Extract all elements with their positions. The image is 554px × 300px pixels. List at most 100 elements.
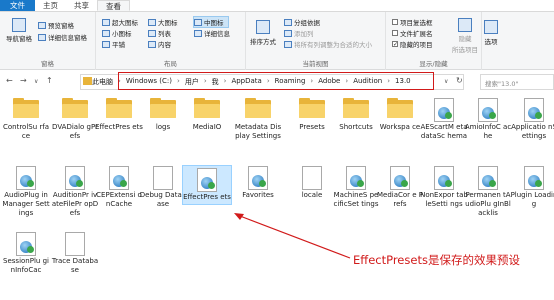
show-hide-group-title: 显示/隐藏: [419, 60, 448, 68]
file-item[interactable]: Applicatio nSettings: [510, 98, 554, 141]
file-item[interactable]: Metadata Display Settings: [234, 98, 282, 141]
hide-selected-icon: [458, 18, 472, 32]
add-columns-icon: [284, 29, 292, 37]
file-item[interactable]: EffectPres ets: [182, 165, 232, 205]
file-item-label: Workspa ce: [379, 123, 421, 131]
file-item-label: AEScartM etadataSc hema: [420, 123, 468, 140]
settings-file-icon: [475, 166, 501, 190]
back-button[interactable]: ←: [6, 76, 13, 85]
group-by-label: 分组依据: [294, 19, 320, 27]
layout-content[interactable]: 内容: [148, 39, 171, 49]
file-item[interactable]: Presets: [288, 98, 336, 132]
file-item[interactable]: SessionPlu ginInfoCac: [2, 232, 50, 275]
layout-details[interactable]: 详细信息: [194, 28, 230, 38]
file-item[interactable]: Trace Database: [51, 232, 99, 275]
checkbox-checked-icon: ✓: [392, 41, 399, 48]
current-view-group-title: 当前视图: [302, 60, 329, 68]
file-item[interactable]: AEScartM etadataSc hema: [420, 98, 468, 141]
file-item-label: DVADialo gPrefs: [52, 123, 98, 140]
layout-small-icons[interactable]: 小图标: [102, 28, 132, 38]
settings-file-icon: [13, 232, 39, 256]
file-item-label: CEPExtensi onCache: [96, 191, 142, 208]
file-item[interactable]: logs: [139, 98, 187, 132]
layout-large-icons[interactable]: 大图标: [148, 17, 178, 27]
layout-item-label: 平铺: [112, 41, 125, 49]
settings-file-icon: [521, 98, 547, 122]
layout-tiles[interactable]: 平铺: [102, 39, 125, 49]
panes-group: 导航窗格 预览窗格 详细信息窗格 窗格: [0, 12, 96, 70]
file-item[interactable]: locale: [288, 166, 336, 200]
folder-icon: [299, 98, 325, 120]
search-input[interactable]: 搜索"13.0": [480, 74, 554, 90]
tab-file[interactable]: 文件: [0, 0, 35, 11]
tab-view[interactable]: 查看: [97, 0, 130, 11]
up-button[interactable]: ↑: [46, 76, 53, 85]
forward-button[interactable]: →: [20, 76, 27, 85]
file-item[interactable]: Shortcuts: [332, 98, 380, 132]
size-all-columns-button[interactable]: 将所有列调整为合适的大小: [284, 39, 372, 49]
layout-item-label: 列表: [158, 30, 171, 38]
file-item-label: AmioInfoC ache: [464, 123, 512, 140]
file-grid: ControlSu rface DVADialo gPrefs EffectPres…: [0, 94, 554, 300]
settings-file-icon: [194, 168, 220, 192]
add-columns-button[interactable]: 添加列: [284, 28, 314, 38]
file-item[interactable]: Plugin Loading: [510, 166, 554, 209]
file-item[interactable]: Permanen tAudioPlu gInBlacklis: [464, 166, 512, 218]
blank-file-icon: [299, 166, 325, 190]
settings-file-icon: [245, 166, 271, 190]
layout-medium-icons[interactable]: 中图标: [193, 16, 229, 28]
file-item[interactable]: AudioPlug inManager Settings: [2, 166, 50, 218]
group-by-button[interactable]: 分组依据: [284, 17, 320, 27]
details-pane-label: 详细信息窗格: [48, 34, 87, 42]
layout-list[interactable]: 列表: [148, 28, 171, 38]
file-item-label: MachineS pecificSet tings: [333, 191, 379, 208]
file-item[interactable]: MediaCor e Prefs: [376, 166, 424, 209]
file-item[interactable]: Debug Database: [139, 166, 187, 209]
settings-file-icon: [431, 166, 457, 190]
sort-by-label: 排序方式: [250, 38, 276, 46]
file-item[interactable]: ControlSu rface: [2, 98, 50, 141]
tab-share[interactable]: 共享: [66, 0, 97, 11]
file-item-label: logs: [155, 123, 171, 131]
file-item[interactable]: Workspa ce: [376, 98, 424, 132]
file-item[interactable]: NonExpor tableSetti ngs: [420, 166, 468, 209]
file-extensions-toggle[interactable]: 文件扩展名: [392, 28, 433, 38]
file-item[interactable]: AuditionPr ivateFilePr opDefs: [51, 166, 99, 218]
current-view-group: 排序方式 分组依据 添加列 将所有列调整为合适的大小 当前视图: [246, 12, 386, 70]
sort-by-button[interactable]: 排序方式: [250, 20, 276, 46]
file-item[interactable]: CEPExtensi onCache: [95, 166, 143, 209]
details-pane-button[interactable]: 详细信息窗格: [38, 32, 87, 42]
options-button[interactable]: 选项: [484, 20, 498, 46]
refresh-button[interactable]: ↻: [456, 76, 463, 85]
file-item[interactable]: EffectPres ets: [95, 98, 143, 132]
layout-extra-large-icons[interactable]: 超大图标: [102, 17, 138, 27]
content-icon: [148, 40, 156, 48]
file-item[interactable]: DVADialo gPrefs: [51, 98, 99, 141]
address-dropdown-button[interactable]: ∨: [444, 78, 448, 85]
navigation-bar: ← → ∨ ↑ 此电脑 › Windows (C:) › 用户 › 我 › AppDat…: [0, 70, 554, 94]
breadcrumb-item[interactable]: 此电脑: [92, 77, 113, 87]
hide-selected-label: 隐藏: [458, 35, 472, 43]
file-item[interactable]: Favorites: [234, 166, 282, 200]
file-item-label: AudioPlug inManager Settings: [2, 191, 50, 217]
size-all-columns-label: 将所有列调整为合适的大小: [294, 41, 372, 49]
checkbox-icon: [392, 30, 398, 36]
hide-selected-button[interactable]: 隐藏 所选项目: [452, 18, 478, 54]
list-icon: [148, 29, 156, 37]
file-item[interactable]: MediaIO: [183, 98, 231, 132]
blank-file-icon: [62, 232, 88, 256]
hidden-items-toggle[interactable]: ✓ 隐藏的项目: [392, 39, 433, 49]
nav-pane-button[interactable]: 导航窗格: [6, 18, 32, 43]
layout-group-title: 布局: [164, 60, 177, 68]
recent-locations-button[interactable]: ∨: [34, 78, 38, 85]
tab-home[interactable]: 主页: [35, 0, 66, 11]
add-columns-label: 添加列: [294, 30, 314, 38]
file-item-label: NonExpor tableSetti ngs: [420, 191, 468, 208]
settings-file-icon: [431, 98, 457, 122]
item-checkboxes-toggle[interactable]: 项目复选框: [392, 17, 433, 27]
file-item[interactable]: MachineS pecificSet tings: [332, 166, 380, 209]
file-item-label: Shortcuts: [339, 123, 373, 131]
settings-file-icon: [343, 166, 369, 190]
file-item[interactable]: AmioInfoC ache: [464, 98, 512, 141]
preview-pane-button[interactable]: 预览窗格: [38, 20, 74, 30]
